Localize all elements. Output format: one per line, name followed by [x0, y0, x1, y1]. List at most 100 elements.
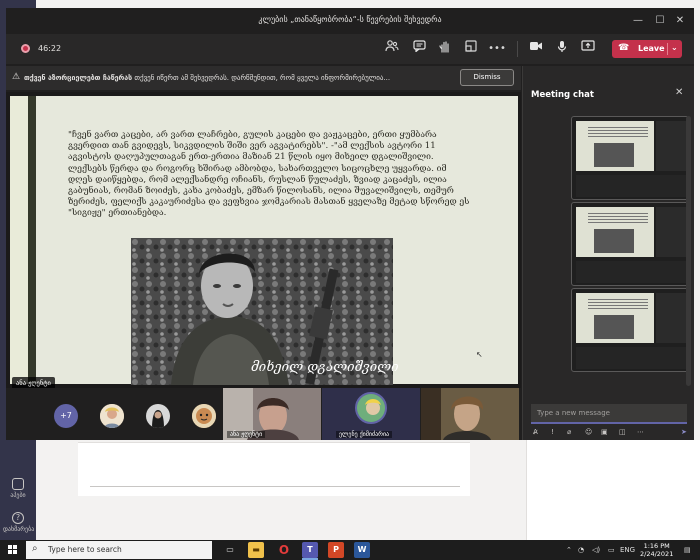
chat-image-message[interactable]: [571, 202, 689, 286]
share-icon[interactable]: [579, 40, 597, 58]
thumbnail-side: [656, 207, 686, 257]
notification-icon[interactable]: ▤: [684, 546, 691, 554]
word-icon[interactable]: W: [354, 542, 370, 558]
toolbar-separator: [517, 41, 518, 57]
language-indicator[interactable]: ENG: [620, 546, 635, 554]
chat-image-message[interactable]: [571, 288, 689, 372]
sticker-icon[interactable]: ◫: [619, 428, 626, 436]
camera-icon[interactable]: [527, 40, 545, 58]
banner-text: თქვენ იწერთ ამ შეხვედრას. დარწმუნდით, რო…: [134, 74, 391, 82]
search-placeholder: Type here to search: [48, 545, 122, 554]
clock-date: 2/24/2021: [640, 550, 674, 558]
tray-chevron-icon[interactable]: ⌃: [566, 546, 572, 554]
participant-name: ანა ჟღენტი: [227, 431, 266, 438]
slide-signature: მიხეილ დგალიშვილი: [251, 360, 399, 375]
mic-icon[interactable]: [553, 40, 571, 58]
chat-icon[interactable]: [410, 40, 428, 58]
raise-hand-icon[interactable]: [436, 40, 454, 58]
thumbnail-side: [656, 293, 686, 343]
background-card: [78, 442, 470, 496]
clock-time: 1:16 PM: [643, 542, 670, 550]
teams-icon[interactable]: T: [302, 542, 318, 558]
help-label: დახმარება: [3, 526, 35, 533]
chat-image-message[interactable]: [571, 116, 689, 200]
opera-icon[interactable]: O: [276, 542, 292, 558]
apps-icon: [12, 478, 24, 490]
network-icon[interactable]: ◔: [578, 546, 584, 554]
participant-name: ელენე ქიმიძარია: [336, 431, 393, 438]
thumbnail-photo: [594, 315, 634, 339]
more-participants-badge[interactable]: +7: [54, 404, 78, 428]
format-icon[interactable]: A̷: [533, 428, 538, 436]
meeting-toolbar: 46:22 ••• ☎ Leave ⌄: [6, 34, 694, 64]
dismiss-button[interactable]: Dismiss: [460, 69, 514, 86]
minimize-button[interactable]: —: [628, 12, 648, 30]
close-window-button[interactable]: ✕: [670, 12, 690, 30]
thumbnail-screen: [576, 293, 654, 343]
window-title: კლუბის „თანაწყობრობა“-ს წევრების შეხვედრ…: [258, 15, 442, 24]
thumbnail-photo: [594, 143, 634, 167]
participant-avatar[interactable]: [192, 404, 216, 428]
slide-dark-band: [28, 96, 36, 384]
thumbnail-screen: [576, 121, 654, 171]
compose-box[interactable]: Type a new message: [531, 404, 687, 424]
thumbnail-strip: [576, 175, 686, 197]
send-icon[interactable]: ➤: [681, 428, 687, 436]
battery-icon[interactable]: ▭: [608, 546, 615, 554]
breakout-icon[interactable]: [462, 40, 480, 58]
apps-label: აპები: [10, 492, 26, 499]
thumbnail-text-lines: [588, 127, 648, 139]
taskbar-clock[interactable]: 1:16 PM 2/24/2021: [640, 542, 673, 558]
leave-button[interactable]: ☎ Leave ⌄: [612, 40, 682, 58]
warning-icon: ⚠: [12, 72, 21, 82]
thumbnail-photo: [594, 229, 634, 253]
gif-icon[interactable]: ▣: [601, 428, 608, 436]
more-icon[interactable]: •••: [488, 40, 506, 58]
close-chat-icon[interactable]: ✕: [675, 87, 683, 98]
chat-scrollbar[interactable]: [686, 116, 691, 386]
leave-separator: [667, 43, 668, 55]
participant-video-tile[interactable]: [421, 388, 519, 440]
thumbnail-side: [656, 121, 686, 171]
meeting-window: კლუბის „თანაწყობრობა“-ს წევრების შეხვედრ…: [6, 8, 694, 440]
recording-indicator-icon: [21, 44, 30, 53]
powerpoint-icon[interactable]: P: [328, 542, 344, 558]
participant-avatar-ring: [355, 392, 387, 424]
attach-icon[interactable]: ⌀: [567, 428, 571, 436]
windows-taskbar: ⌕ Type here to search ▭ ▬ O T P W ⌃ ◔ ◁)…: [0, 540, 700, 560]
thumbnail-strip: [576, 347, 686, 369]
rail-apps[interactable]: აპები: [3, 478, 33, 499]
background-right-panel: [526, 440, 700, 540]
thumbnail-strip: [576, 261, 686, 283]
help-icon: ?: [12, 512, 24, 524]
thumbnail-text-lines: [588, 299, 648, 311]
leave-label: Leave: [638, 44, 665, 53]
people-icon[interactable]: [383, 40, 401, 58]
meeting-chat-panel: Meeting chat ✕ Type a new message A̷ ! ⌀…: [522, 66, 694, 440]
slide-paragraph: "ჩვენ ვართ კაცები, არ ვართ ლაჩრები, გული…: [68, 130, 470, 219]
mouse-cursor-icon: ↖: [476, 350, 483, 359]
thumbnail-screen: [576, 207, 654, 257]
rail-help[interactable]: ? დახმარება: [3, 512, 35, 533]
emoji-icon[interactable]: ☺: [585, 428, 592, 436]
more-options-icon[interactable]: ⋯: [637, 428, 644, 436]
banner-message: თქვენ აზორციელებთ ჩაწერას თქვენ იწერთ ამ…: [24, 74, 454, 82]
meeting-timer: 46:22: [38, 44, 62, 53]
volume-icon[interactable]: ◁): [592, 546, 600, 554]
recording-banner: ⚠ თქვენ აზორციელებთ ჩაწერას თქვენ იწერთ …: [6, 66, 521, 90]
important-icon[interactable]: !: [551, 428, 554, 436]
background-divider: [90, 486, 460, 487]
banner-prefix: თქვენ აზორციელებთ ჩაწერას: [24, 74, 133, 82]
maximize-button[interactable]: ☐: [650, 12, 670, 30]
participant-avatar[interactable]: [100, 404, 124, 428]
task-view-icon[interactable]: ▭: [222, 542, 238, 558]
file-explorer-icon[interactable]: ▬: [248, 542, 264, 558]
participant-avatar-tile[interactable]: ელენე ქიმიძარია: [322, 388, 420, 440]
participant-video-tile[interactable]: ანა ჟღენტი: [223, 388, 321, 440]
thumbnail-text-lines: [588, 213, 648, 225]
participant-avatar[interactable]: [146, 404, 170, 428]
chevron-down-icon[interactable]: ⌄: [671, 43, 678, 52]
taskbar-search-box[interactable]: ⌕ Type here to search: [26, 541, 212, 559]
hang-up-icon: ☎: [618, 43, 630, 53]
windows-start-icon[interactable]: [8, 545, 18, 555]
